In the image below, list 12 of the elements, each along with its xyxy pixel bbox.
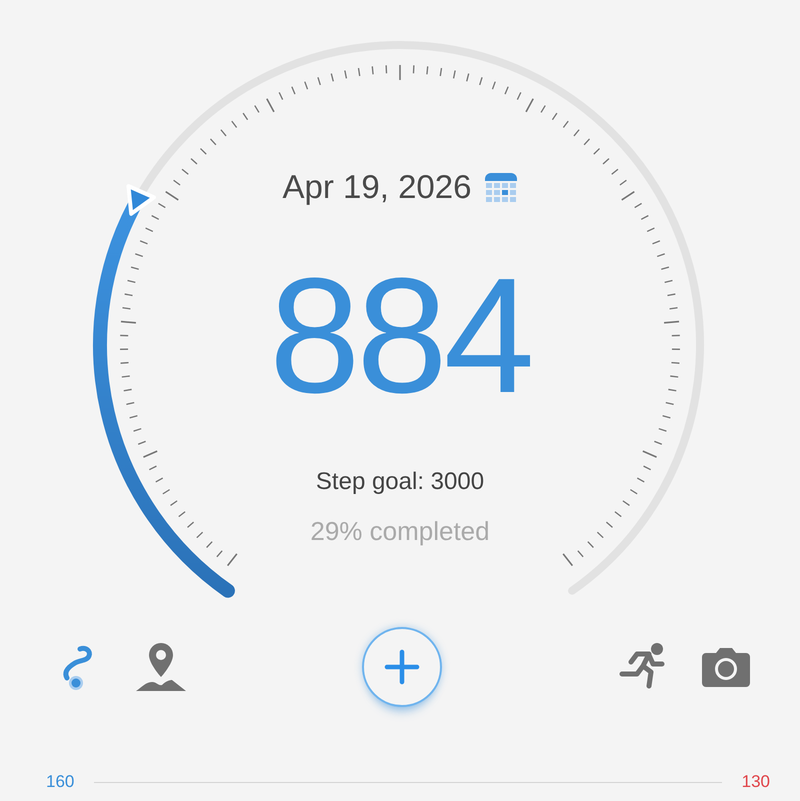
plus-icon: [384, 649, 420, 685]
camera-icon[interactable]: [702, 647, 750, 687]
scale-value: 160: [46, 772, 74, 792]
step-goal: Step goal: 3000: [316, 468, 484, 496]
map-pin-icon[interactable]: [135, 641, 187, 693]
add-button[interactable]: [362, 627, 442, 707]
step-count: 884: [269, 254, 531, 418]
calendar-icon[interactable]: [485, 171, 518, 203]
date-label: Apr 19, 2026: [282, 168, 472, 206]
scale-value: 130: [742, 772, 770, 792]
progress-marker[interactable]: [126, 184, 156, 216]
completion-label: 29% completed: [310, 516, 490, 547]
